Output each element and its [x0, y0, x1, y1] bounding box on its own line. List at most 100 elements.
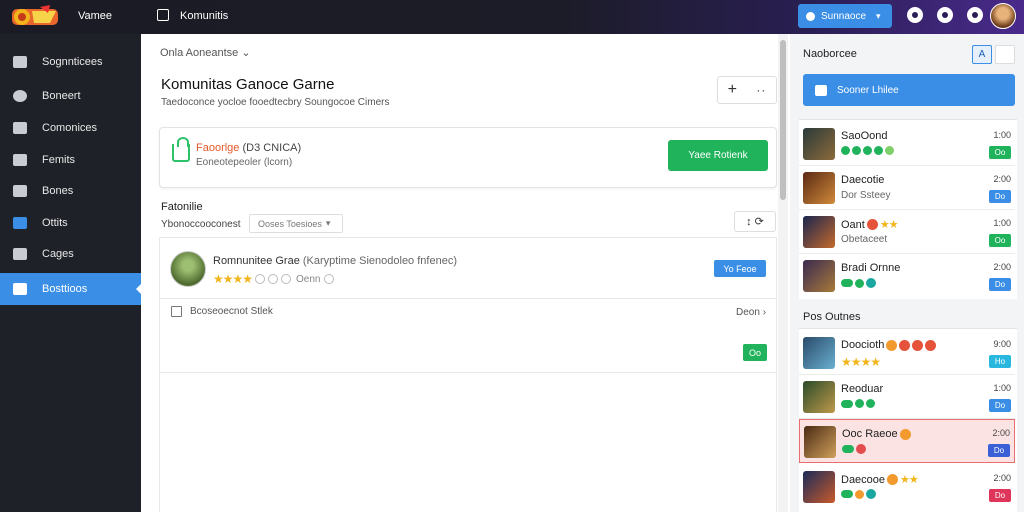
notice-title: Faoorlge (D3 CNICA) — [196, 142, 301, 154]
post-avatar[interactable] — [170, 251, 206, 287]
list-item[interactable]: Doocioth ★★★★ 9:00 Ho — [799, 331, 1015, 375]
sidebar-item-label: Boneert — [42, 90, 81, 102]
badge-icon — [855, 399, 864, 408]
item-count: 2:00 — [993, 174, 1011, 184]
item-chip[interactable]: Do — [989, 399, 1011, 412]
checkbox-row[interactable]: Bcoseoecnot Stlek — [171, 306, 273, 317]
list-item-selected[interactable]: Ooc Raeoe 2:00 Do — [799, 419, 1015, 463]
main-content: Onla Aoneantse ⌄ Komunitas Ganoce Garne … — [141, 34, 786, 512]
sidebar-item-label: Femits — [42, 154, 75, 166]
scrollbar-thumb[interactable] — [780, 40, 786, 200]
checkbox[interactable] — [171, 306, 182, 317]
sidebar-item-1[interactable]: Boneert — [0, 80, 141, 112]
sort-button[interactable]: A — [972, 45, 992, 64]
badge-icon — [866, 489, 876, 499]
item-count: 2:00 — [992, 428, 1010, 438]
list-item[interactable]: Reoduar 1:00 Do — [799, 375, 1015, 419]
item-chip[interactable]: Oo — [989, 146, 1011, 159]
sidebar-item-2[interactable]: Comonices — [0, 112, 141, 144]
item-chip[interactable]: Oo — [989, 234, 1011, 247]
star-icon: ★★ — [879, 219, 899, 231]
post-chip-button[interactable]: Yo Feoe — [714, 260, 766, 277]
star-rating-icon: ★★★★ — [213, 272, 253, 286]
list-item[interactable]: Oant ★★ Obetaceet 1:00 Oo — [799, 210, 1015, 254]
section-title-right: Pos Outnes — [803, 311, 861, 323]
sidebar-item-6[interactable]: Cages — [0, 238, 141, 270]
badge-icon — [866, 278, 876, 288]
post-title[interactable]: Romnunitee Grae (Karyptime Sienodoleo fn… — [213, 255, 457, 267]
item-name: Reoduar — [841, 383, 884, 395]
item-chip[interactable]: Ho — [989, 355, 1011, 368]
item-name-text: Ooc Raeoe — [842, 428, 898, 440]
info-icon[interactable] — [323, 274, 334, 284]
game-thumbnail — [803, 337, 835, 369]
item-count: 1:00 — [993, 130, 1011, 140]
list-item[interactable]: Daecooe ★★ 2:00 Do — [799, 465, 1015, 509]
tab-icon — [157, 9, 169, 21]
sidebar-item-label: Sognnticees — [42, 56, 103, 68]
section-tools[interactable]: ↕ ⟳ — [734, 211, 776, 232]
emoji-icon — [925, 339, 937, 351]
game-thumbnail — [803, 260, 835, 292]
tab-komunitis[interactable]: Komunitis — [180, 10, 228, 22]
settings-icon[interactable] — [967, 7, 983, 23]
list-item[interactable]: SaoOond 1:00 Oo — [799, 122, 1015, 166]
app-name: Vamee — [78, 10, 113, 22]
view-toggle-button[interactable] — [995, 45, 1015, 64]
item-name: Doocioth — [841, 339, 937, 351]
emoji-icon — [886, 339, 898, 351]
badge-icon — [841, 490, 853, 498]
item-chip[interactable]: Do — [989, 278, 1011, 291]
item-chip[interactable]: Do — [988, 444, 1010, 457]
list-item[interactable]: Daecotie Dor Ssteey 2:00 Do — [799, 166, 1015, 210]
sidebar-item-4[interactable]: Bones — [0, 175, 141, 207]
badge-icon — [885, 146, 894, 155]
folder-icon — [13, 185, 27, 197]
sidebar-item-label: Cages — [42, 248, 74, 260]
post-meta-text: Oenn — [296, 273, 321, 285]
post-title-main: Romnunitee Grae — [213, 255, 300, 267]
add-button[interactable]: + — [728, 81, 737, 99]
item-chip[interactable]: Do — [989, 190, 1011, 203]
share-icon[interactable] — [268, 274, 279, 284]
item-chip[interactable]: Do — [989, 489, 1011, 502]
more-button[interactable]: ·· — [756, 83, 766, 97]
item-badges — [841, 146, 894, 155]
breadcrumb[interactable]: Onla Aoneantse ⌄ — [160, 46, 251, 59]
reply-icon[interactable] — [255, 274, 266, 284]
row-action[interactable]: Deon › — [736, 307, 766, 318]
badge-icon — [841, 146, 850, 155]
game-thumbnail — [804, 426, 836, 458]
right-cta-button[interactable]: Sooner Lhilee — [803, 74, 1015, 106]
sidebar-item-0[interactable]: Sognnticees — [0, 46, 141, 78]
filter-select[interactable]: Ooses Toesioes ▾ — [249, 214, 343, 233]
breadcrumb-label: Onla Aoneantse — [160, 47, 239, 59]
sidebar-item-7[interactable]: Bosttioos — [0, 273, 142, 305]
badge-icon — [856, 444, 866, 454]
app-logo[interactable] — [10, 3, 62, 29]
user-avatar[interactable] — [990, 3, 1016, 29]
badge-icon — [855, 278, 864, 288]
account-button[interactable]: Sunnaoce ▾ — [798, 4, 892, 28]
toolbar: + ·· — [717, 76, 777, 104]
item-badges: ★★★★ — [841, 355, 881, 369]
sidebar-item-3[interactable]: Femits — [0, 144, 141, 176]
like-icon[interactable] — [281, 274, 292, 284]
sidebar-item-label: Bones — [42, 185, 74, 197]
star-rating-icon: ★★★★ — [841, 355, 881, 369]
sidebar: Sognnticees Boneert Comonices Femits Bon… — [0, 34, 142, 512]
location-icon[interactable] — [937, 7, 953, 23]
game-thumbnail — [803, 216, 835, 248]
game-thumbnail — [803, 128, 835, 160]
status-chip[interactable]: Oo — [743, 344, 767, 361]
item-count: 1:00 — [993, 218, 1011, 228]
item-name: Daecooe ★★ — [841, 473, 919, 487]
row-action-label: Deon — [736, 307, 760, 318]
notice-card: Faoorlge (D3 CNICA) Eoneotepeoler (lcorn… — [159, 127, 777, 188]
sidebar-item-5[interactable]: Ottits — [0, 207, 141, 239]
right-cta-label: Sooner Lhilee — [837, 84, 899, 96]
notice-action-button[interactable]: Yaee Rotienk — [668, 140, 768, 171]
list-item[interactable]: Bradi Ornne 2:00 Do — [799, 254, 1015, 298]
notification-icon[interactable] — [907, 7, 923, 23]
item-count: 1:00 — [993, 383, 1011, 393]
